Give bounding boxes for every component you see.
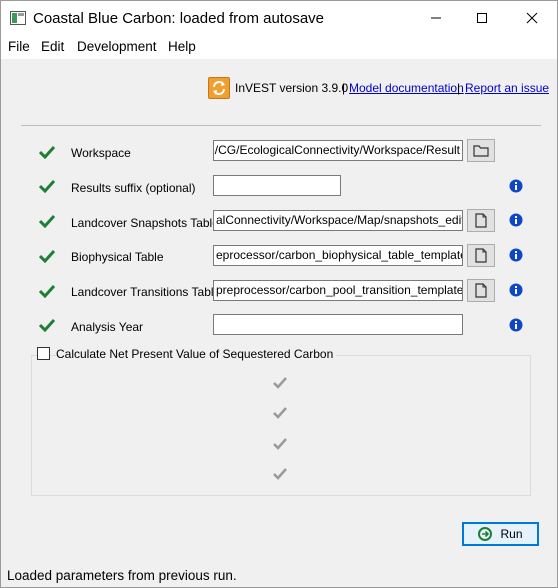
biophysical-table-label: Biophysical Table [71,250,164,264]
app-icon [10,11,26,25]
info-icon[interactable] [509,248,523,262]
landcover-transitions-label: Landcover Transitions Table [71,285,221,299]
biophysical-table-input[interactable]: eprocessor/carbon_biophysical_table_temp… [213,245,463,266]
version-text: InVEST version 3.9.0 [235,81,349,95]
valid-check-icon [39,249,55,263]
model-documentation-link[interactable]: Model documentation [349,81,464,95]
run-button-label: Run [500,527,523,541]
window-title: Coastal Blue Carbon: loaded from autosav… [33,10,325,27]
run-button[interactable]: Run [462,522,539,546]
valid-check-icon [39,214,55,228]
landcover-snapshots-label: Landcover Snapshots Table [71,216,219,230]
disabled-check-icon [273,438,287,450]
npv-label: Calculate Net Present Value of Sequester… [56,347,337,361]
info-icon[interactable] [509,318,523,332]
header-divider [21,125,541,126]
file-icon [475,283,487,298]
sync-arrows-icon [213,81,225,95]
maximize-icon [477,13,487,23]
results-suffix-label: Results suffix (optional) [71,181,196,195]
menu-file[interactable]: File [8,39,30,54]
menu-help[interactable]: Help [168,39,196,54]
file-icon [475,213,487,228]
analysis-year-input[interactable] [213,314,463,335]
menu-bar: File Edit Development Help [1,35,557,59]
separator: | [457,81,461,95]
analysis-year-label: Analysis Year [71,320,144,334]
disabled-check-icon [273,407,287,419]
menu-development[interactable]: Development [77,39,157,54]
landcover-transitions-browse-button[interactable] [467,279,495,302]
app-window: Coastal Blue Carbon: loaded from autosav… [0,0,558,588]
close-button[interactable] [509,1,555,35]
disabled-check-icon [273,468,287,480]
info-icon[interactable] [509,179,523,193]
landcover-snapshots-browse-button[interactable] [467,209,495,232]
menu-edit[interactable]: Edit [41,39,64,54]
biophysical-table-browse-button[interactable] [467,244,495,267]
valid-check-icon [39,318,55,332]
valid-check-icon [39,145,55,159]
landcover-transitions-input[interactable]: preprocessor/carbon_pool_transition_temp… [213,280,463,301]
close-icon [526,12,538,24]
report-issue-link[interactable]: Report an issue [465,81,549,95]
run-arrow-icon [478,527,493,541]
maximize-button[interactable] [459,1,505,35]
info-icon[interactable] [509,213,523,227]
refresh-icon[interactable] [208,77,230,99]
workspace-browse-button[interactable] [467,139,495,162]
valid-check-icon [39,284,55,298]
npv-checkbox[interactable] [37,347,50,360]
disabled-check-icon [273,377,287,389]
minimize-button[interactable] [413,1,459,35]
results-suffix-input[interactable] [213,175,341,196]
folder-icon [473,145,489,157]
workspace-input[interactable]: y tính/CG/EcologicalConnectivity/Workspa… [213,140,463,161]
landcover-snapshots-input[interactable]: alConnectivity/Workspace/Map/snapshots_e… [213,210,463,231]
status-text: Loaded parameters from previous run. [7,568,237,583]
workspace-label: Workspace [71,146,131,160]
minimize-icon [431,17,441,19]
title-bar: Coastal Blue Carbon: loaded from autosav… [1,1,557,35]
file-icon [475,248,487,263]
info-icon[interactable] [509,283,523,297]
valid-check-icon [39,179,55,193]
separator: | [342,81,346,95]
